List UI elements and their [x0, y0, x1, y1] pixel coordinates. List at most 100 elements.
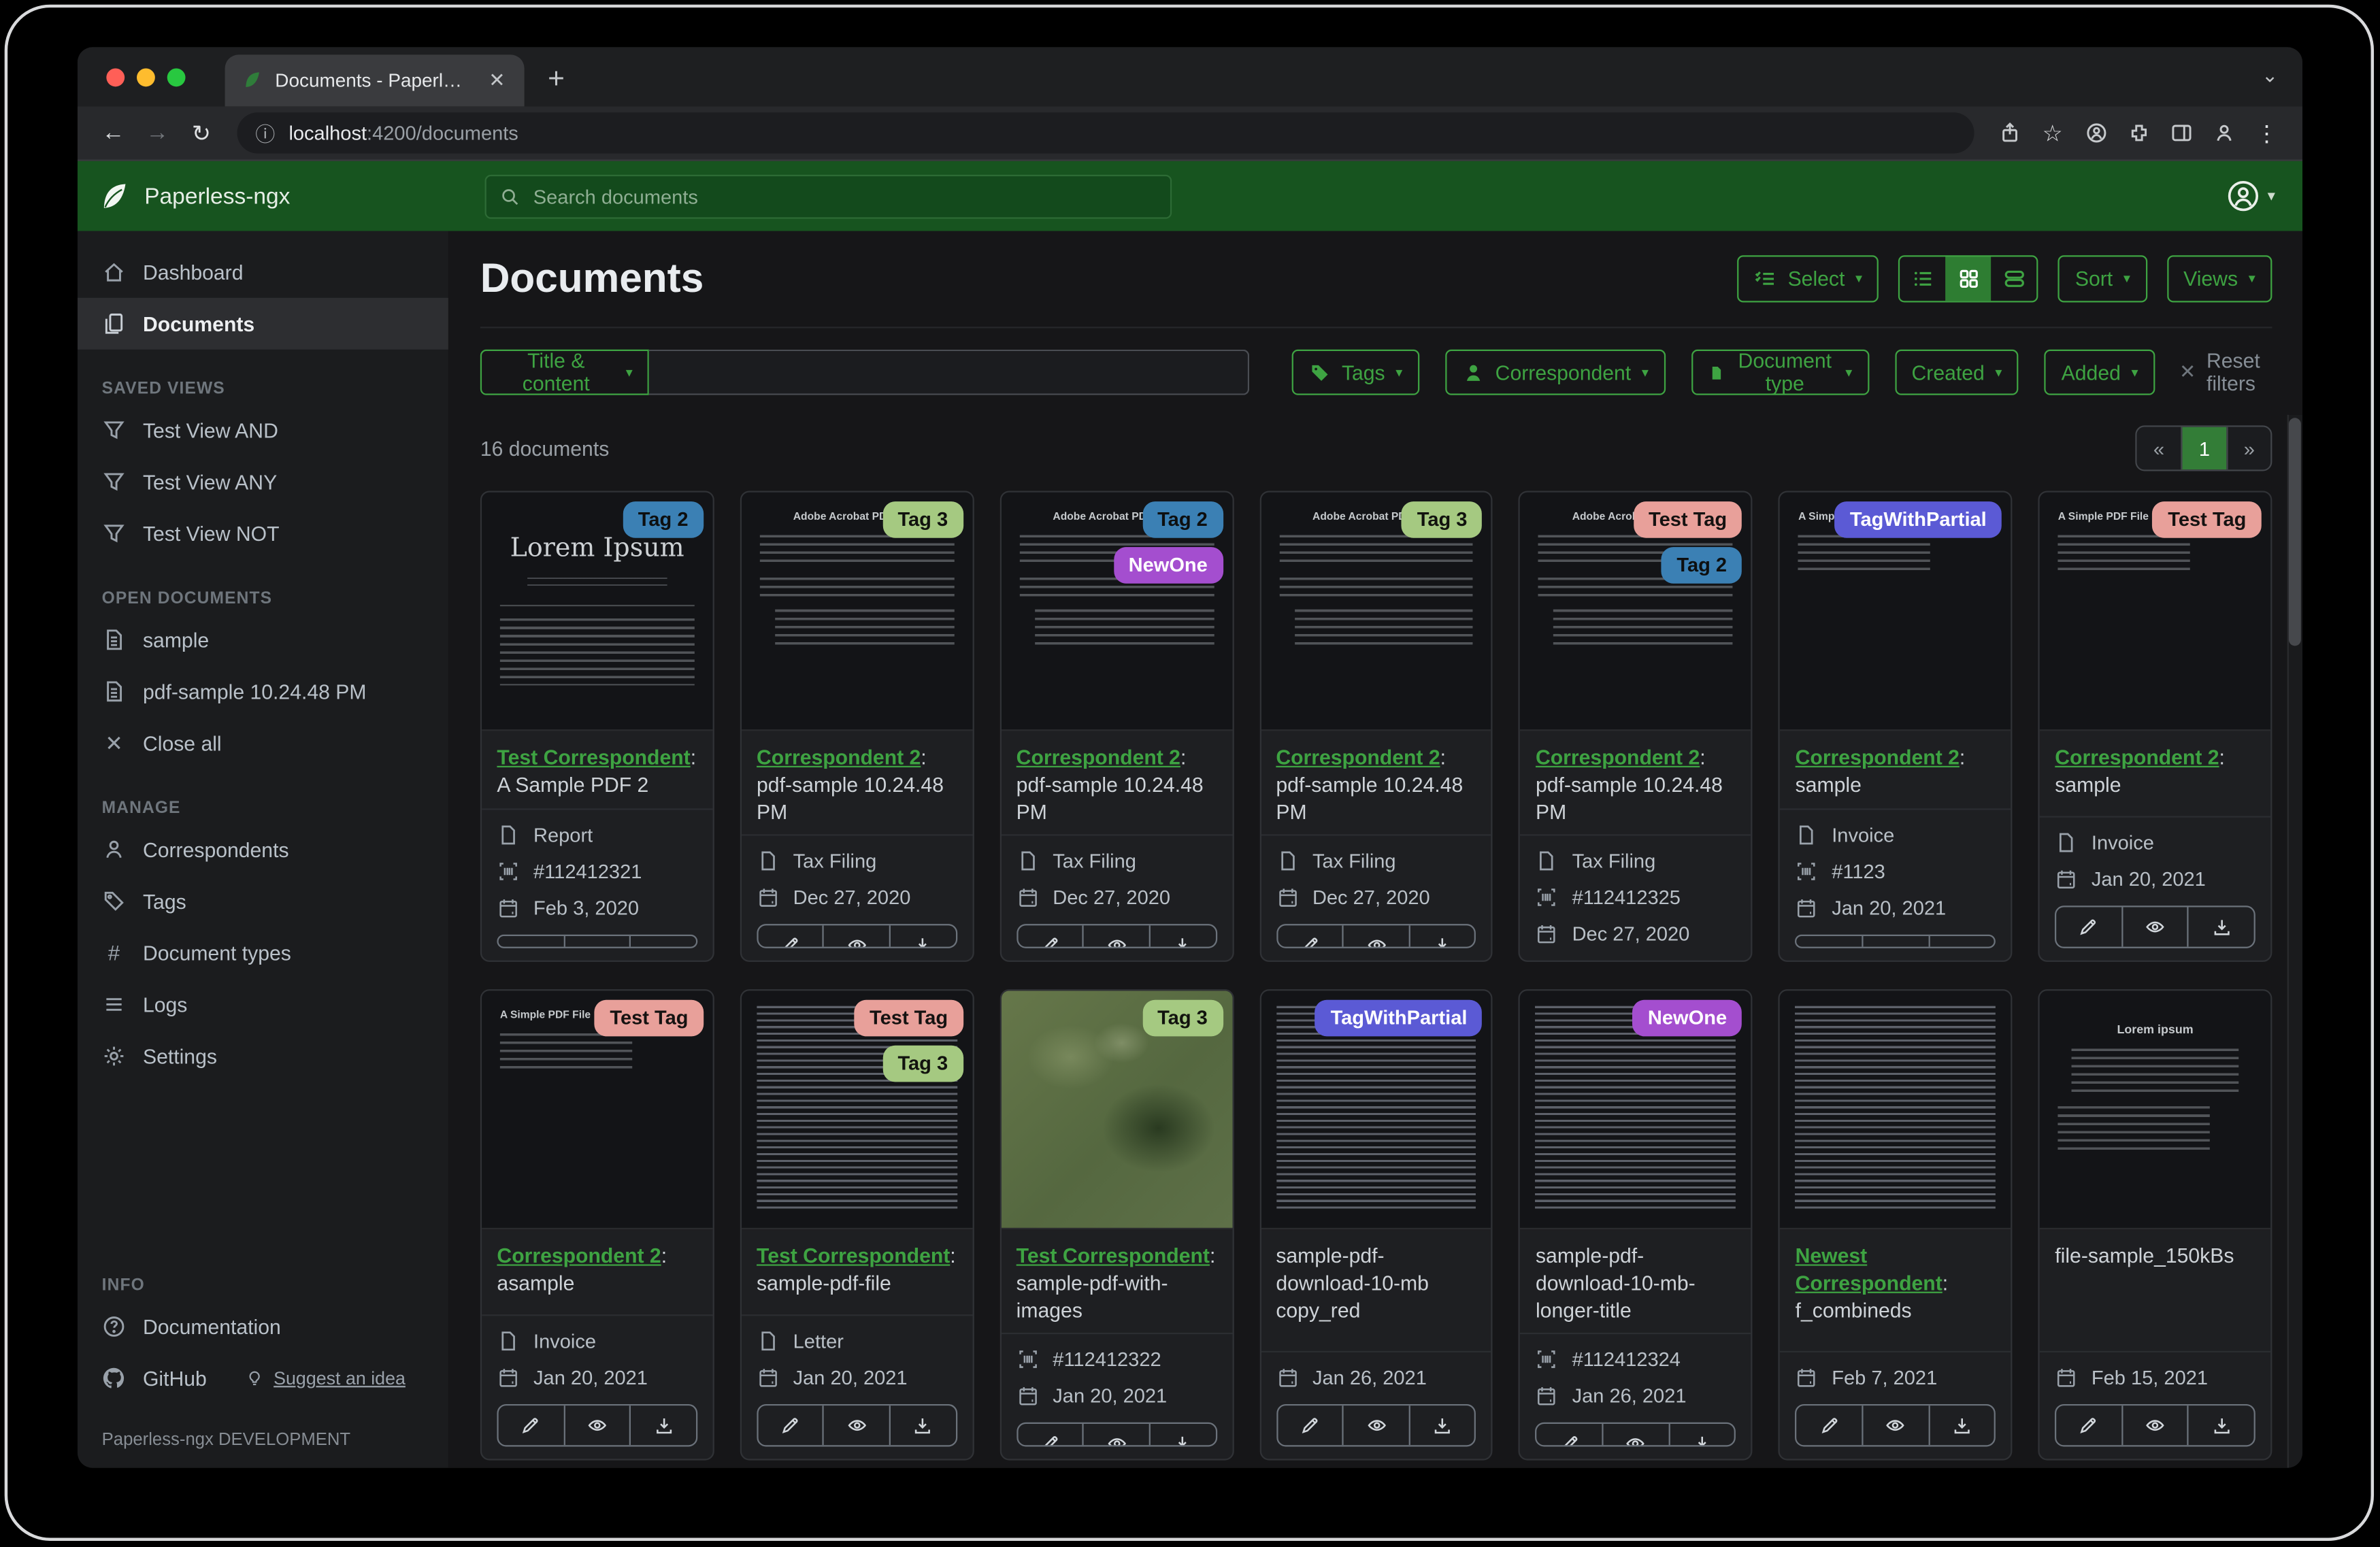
tag-badge[interactable]: Tag 3	[882, 501, 963, 538]
correspondent-link[interactable]: Correspondent 2	[757, 746, 921, 769]
list-view-button[interactable]	[1900, 256, 1946, 301]
document-thumbnail[interactable]: A Simple PDF FileTagWithPartial	[1780, 493, 2011, 731]
edit-button[interactable]	[1278, 1405, 1342, 1445]
download-button[interactable]	[889, 1405, 955, 1445]
correspondent-link[interactable]: Correspondent 2	[1796, 746, 1960, 769]
browser-tab[interactable]: Documents - Paperless-ngx ✕	[225, 54, 525, 106]
tab-close-icon[interactable]: ✕	[483, 67, 510, 94]
document-card[interactable]: Adobe Acrobat PDF FilesTest TagTag 2 Cor…	[1519, 490, 1753, 961]
document-card[interactable]: Adobe Acrobat PDF FilesTag 3 Corresponde…	[1259, 490, 1493, 961]
back-button[interactable]: ←	[93, 112, 133, 153]
download-button[interactable]	[1928, 1405, 1994, 1445]
site-info-icon[interactable]: ⓘ	[255, 118, 275, 147]
preview-button[interactable]	[823, 1405, 889, 1445]
tag-badge[interactable]: TagWithPartial	[1835, 501, 2002, 538]
select-button[interactable]: Select ▾	[1738, 255, 1879, 302]
global-search[interactable]	[484, 174, 1172, 218]
document-thumbnail[interactable]: Adobe Acrobat PDF FilesTag 2NewOne	[1001, 493, 1232, 731]
download-button[interactable]	[2187, 908, 2253, 947]
edit-button[interactable]	[1018, 926, 1082, 948]
browser-avatar-icon[interactable]	[2204, 113, 2243, 152]
document-card[interactable]: Tag 3 Test Correspondent: sample-pdf-wit…	[999, 989, 1234, 1460]
sidebar-item-test-view-any[interactable]: Test View ANY	[78, 456, 448, 508]
correspondent-link[interactable]: Correspondent 2	[1276, 746, 1440, 769]
reset-filters-button[interactable]: ✕ Reset filters	[2179, 350, 2272, 395]
previous-page-button[interactable]: «	[2137, 427, 2181, 470]
tag-badge[interactable]: Test Tag	[595, 1000, 704, 1037]
download-button[interactable]	[629, 935, 695, 948]
edit-button[interactable]	[499, 935, 563, 948]
document-card[interactable]: A Simple PDF FileTest Tag Correspondent …	[480, 989, 714, 1460]
correspondent-filter-button[interactable]: Correspondent ▾	[1445, 350, 1666, 395]
correspondent-link[interactable]: Test Correspondent	[497, 746, 690, 769]
document-thumbnail[interactable]: A Simple PDF FileTest Tag	[2040, 493, 2270, 731]
download-button[interactable]	[1668, 1425, 1734, 1447]
correspondent-link[interactable]: Correspondent 2	[1536, 746, 1700, 769]
tag-badge[interactable]: TagWithPartial	[1315, 1000, 1483, 1037]
preview-button[interactable]	[1082, 926, 1148, 948]
sidebar-item-close-all[interactable]: ✕ Close all	[78, 717, 448, 769]
preview-button[interactable]	[1342, 926, 1408, 948]
tag-badge[interactable]: Test Tag	[1634, 501, 1742, 538]
preview-button[interactable]	[1862, 935, 1928, 948]
tags-filter-button[interactable]: Tags ▾	[1291, 350, 1419, 395]
title-content-dropdown[interactable]: Title & content ▾	[480, 350, 650, 395]
edit-button[interactable]	[1278, 926, 1342, 948]
edit-button[interactable]	[1537, 1425, 1602, 1447]
document-card[interactable]: NewOne sample-pdf-download-10-mb-longer-…	[1519, 989, 1753, 1460]
sidebar-item-document-types[interactable]: # Document types	[78, 927, 448, 979]
preview-button[interactable]	[1862, 1405, 1928, 1445]
document-type-filter-button[interactable]: Document type ▾	[1691, 350, 1868, 395]
edit-button[interactable]	[499, 1405, 563, 1445]
share-icon[interactable]	[1989, 113, 2029, 152]
edit-button[interactable]	[758, 926, 823, 948]
address-bar[interactable]: ⓘ localhost:4200/documents	[237, 112, 1974, 153]
forward-button[interactable]: →	[137, 112, 178, 153]
preview-button[interactable]	[563, 1405, 629, 1445]
tag-badge[interactable]: Test Tag	[2153, 501, 2262, 538]
close-window-button[interactable]	[106, 69, 125, 87]
sort-button[interactable]: Sort ▾	[2058, 255, 2147, 302]
tag-badge[interactable]: NewOne	[1113, 547, 1223, 584]
document-card[interactable]: Lorem ipsum file-sample_150kBs Feb 15, 2…	[2038, 989, 2272, 1460]
preview-button[interactable]	[2121, 908, 2187, 947]
sidebar-item-documentation[interactable]: Documentation	[78, 1301, 448, 1352]
browser-menu-icon[interactable]: ⋮	[2246, 112, 2287, 153]
suggest-an-idea-link[interactable]: Suggest an idea	[245, 1367, 406, 1388]
search-input[interactable]	[530, 183, 1156, 209]
edit-button[interactable]	[1797, 935, 1862, 948]
document-thumbnail[interactable]: Adobe Acrobat PDF FilesTest TagTag 2	[1521, 493, 1751, 731]
correspondent-link[interactable]: Correspondent 2	[1017, 746, 1180, 769]
document-thumbnail[interactable]	[1780, 991, 2011, 1229]
minimize-window-button[interactable]	[137, 69, 155, 87]
edit-button[interactable]	[2057, 1405, 2121, 1445]
sidebar-item-open-doc-pdf-sample[interactable]: pdf-sample 10.24.48 PM	[78, 665, 448, 717]
document-thumbnail[interactable]: Tag 3	[1001, 991, 1232, 1229]
profile-badge-icon[interactable]	[2076, 113, 2115, 152]
scrollbar-track[interactable]	[2287, 415, 2302, 1468]
sidebar-item-documents[interactable]: Documents	[78, 298, 448, 350]
document-card[interactable]: Newest Correspondent: f_combineds Feb 7,…	[1779, 989, 2013, 1460]
new-tab-button[interactable]: +	[533, 58, 579, 103]
tag-badge[interactable]: Tag 2	[1662, 547, 1742, 584]
download-button[interactable]	[1149, 926, 1215, 948]
zoom-window-button[interactable]	[167, 69, 186, 87]
sidebar-item-github[interactable]: GitHub Suggest an idea	[78, 1352, 448, 1404]
filter-text-input[interactable]	[649, 350, 1249, 395]
document-thumbnail[interactable]: Adobe Acrobat PDF FilesTag 3	[742, 493, 972, 731]
download-button[interactable]	[1408, 926, 1474, 948]
tag-badge[interactable]: Tag 2	[623, 501, 703, 538]
correspondent-link[interactable]: Test Correspondent	[1017, 1244, 1210, 1267]
extensions-puzzle-icon[interactable]	[2119, 113, 2158, 152]
document-thumbnail[interactable]: NewOne	[1521, 991, 1751, 1229]
preview-button[interactable]	[563, 935, 629, 948]
sidebar-item-settings[interactable]: Settings	[78, 1030, 448, 1082]
user-menu[interactable]: ▾	[2226, 180, 2275, 213]
detail-view-button[interactable]	[1991, 256, 2037, 301]
side-panel-icon[interactable]	[2161, 113, 2200, 152]
document-card[interactable]: Adobe Acrobat PDF FilesTag 3 Corresponde…	[740, 490, 974, 961]
document-card[interactable]: TagWithPartial sample-pdf-download-10-mb…	[1259, 989, 1493, 1460]
tag-badge[interactable]: Test Tag	[855, 1000, 963, 1037]
correspondent-link[interactable]: Correspondent 2	[497, 1244, 661, 1267]
document-card[interactable]: Test TagTag 3 Test Correspondent: sample…	[740, 989, 974, 1460]
